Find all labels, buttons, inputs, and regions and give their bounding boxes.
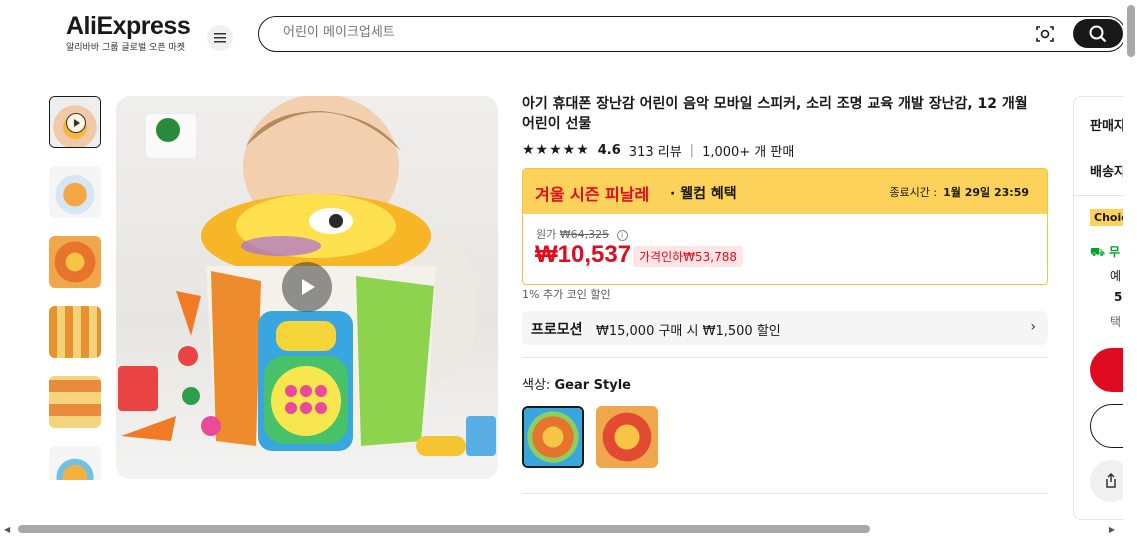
share-icon bbox=[1106, 473, 1116, 488]
review-count-link[interactable]: 313 리뷰 bbox=[629, 141, 682, 160]
original-label: 원가 bbox=[536, 228, 557, 241]
delivery-date: 5 bbox=[1114, 290, 1123, 304]
shipping-label[interactable]: 배송지 bbox=[1090, 161, 1126, 180]
search-button[interactable] bbox=[1073, 19, 1123, 48]
divider bbox=[522, 493, 1048, 494]
rating-row: ★★★★★ 4.6 313 리뷰 | 1,000+ 개 판매 bbox=[522, 140, 794, 160]
scroll-left-icon[interactable]: ◀ bbox=[4, 525, 10, 534]
original-price-row: 원가 ₩64,325 i bbox=[536, 226, 628, 242]
promo-banner: 겨울 시즌 피날레 · 웰컴 혜택 종료시간 : 1월 29일 23:59 bbox=[523, 169, 1047, 214]
play-icon bbox=[302, 279, 315, 295]
banner-title: 겨울 시즌 피날레 bbox=[535, 185, 650, 204]
promotion-label: 프로모션 bbox=[531, 322, 583, 338]
search-icon bbox=[1089, 25, 1107, 42]
color-label-row: 색상: Gear Style bbox=[522, 374, 631, 393]
logo-subtitle: 알리바바 그룹 글로벌 오픈 마켓 bbox=[66, 43, 186, 53]
horizontal-scrollbar[interactable]: ◀ ▶ bbox=[0, 522, 1123, 536]
thumbnail-image[interactable] bbox=[49, 236, 101, 288]
header: AliExpress 알리바바 그룹 글로벌 오픈 마켓 bbox=[0, 0, 1137, 70]
hamburger-icon bbox=[214, 33, 226, 43]
sold-count: 1,000+ 개 판매 bbox=[702, 144, 795, 160]
original-price: ₩64,325 bbox=[559, 228, 610, 241]
promotion-row[interactable]: 프로모션 ₩15,000 구매 시 ₩1,500 할인 › bbox=[522, 311, 1048, 345]
product-title: 아기 휴대폰 장난감 어린이 음악 모바일 스피커, 소리 조명 교육 개발 장… bbox=[522, 96, 1028, 132]
search-bar bbox=[258, 16, 1126, 52]
menu-button[interactable] bbox=[207, 25, 233, 51]
aliexpress-logo[interactable]: AliExpress 알리바바 그룹 글로벌 오픈 마켓 bbox=[66, 12, 191, 53]
chevron-right-icon: › bbox=[1030, 319, 1036, 335]
info-icon[interactable]: i bbox=[616, 230, 628, 241]
divider bbox=[522, 357, 1048, 358]
promotion-text: ₩15,000 구매 시 ₩1,500 할인 bbox=[596, 324, 781, 339]
thumbnail-list bbox=[48, 96, 102, 480]
banner-end-time: 종료시간 : 1월 29일 23:59 bbox=[889, 184, 1029, 200]
camera-search-icon[interactable] bbox=[1035, 24, 1055, 44]
thumbnail-video[interactable] bbox=[49, 96, 101, 148]
end-label: 종료시간 : bbox=[889, 186, 938, 199]
horizontal-scroll-thumb[interactable] bbox=[18, 525, 870, 533]
color-swatch[interactable] bbox=[596, 406, 658, 468]
scroll-right-icon[interactable]: ▶ bbox=[1109, 525, 1115, 534]
thumbnail-image[interactable] bbox=[49, 166, 101, 218]
color-swatch-selected[interactable] bbox=[522, 406, 584, 468]
truck-icon: ⛟ bbox=[1090, 245, 1106, 259]
main-product-image[interactable] bbox=[116, 96, 498, 479]
color-label: 색상: bbox=[522, 378, 551, 393]
seller-label[interactable]: 판매자 bbox=[1090, 115, 1126, 134]
discount-badge: 가격인하₩53,788 bbox=[633, 246, 744, 267]
color-selected: Gear Style bbox=[554, 378, 631, 393]
free-shipping-row: ⛟ 무 bbox=[1090, 243, 1120, 261]
end-time: 1월 29일 23:59 bbox=[943, 186, 1029, 199]
star-rating-icon: ★★★★★ bbox=[522, 142, 590, 158]
thumbnail-image[interactable] bbox=[49, 376, 101, 428]
delivery-note: 택 bbox=[1110, 315, 1122, 329]
banner-subtitle: · 웰컴 혜택 bbox=[670, 186, 737, 202]
coin-discount: 1% 추가 코인 할인 bbox=[522, 288, 611, 301]
logo-text: AliExpress bbox=[66, 12, 191, 40]
delivery-text: 예 bbox=[1110, 269, 1122, 283]
play-video-button[interactable] bbox=[282, 262, 332, 312]
current-price: ₩10,537 bbox=[535, 241, 632, 268]
play-icon bbox=[66, 113, 86, 133]
rating-value: 4.6 bbox=[597, 142, 621, 158]
free-shipping-text: 무 bbox=[1108, 245, 1120, 259]
thumbnail-image[interactable] bbox=[49, 446, 101, 480]
vertical-scrollbar[interactable] bbox=[1123, 0, 1137, 536]
divider: | bbox=[689, 142, 695, 158]
thumbnail-image[interactable] bbox=[49, 306, 101, 358]
vertical-scroll-thumb[interactable] bbox=[1127, 5, 1135, 57]
price-box: 겨울 시즌 피날레 · 웰컴 혜택 종료시간 : 1월 29일 23:59 원가 … bbox=[522, 168, 1048, 285]
search-input[interactable] bbox=[283, 25, 983, 40]
